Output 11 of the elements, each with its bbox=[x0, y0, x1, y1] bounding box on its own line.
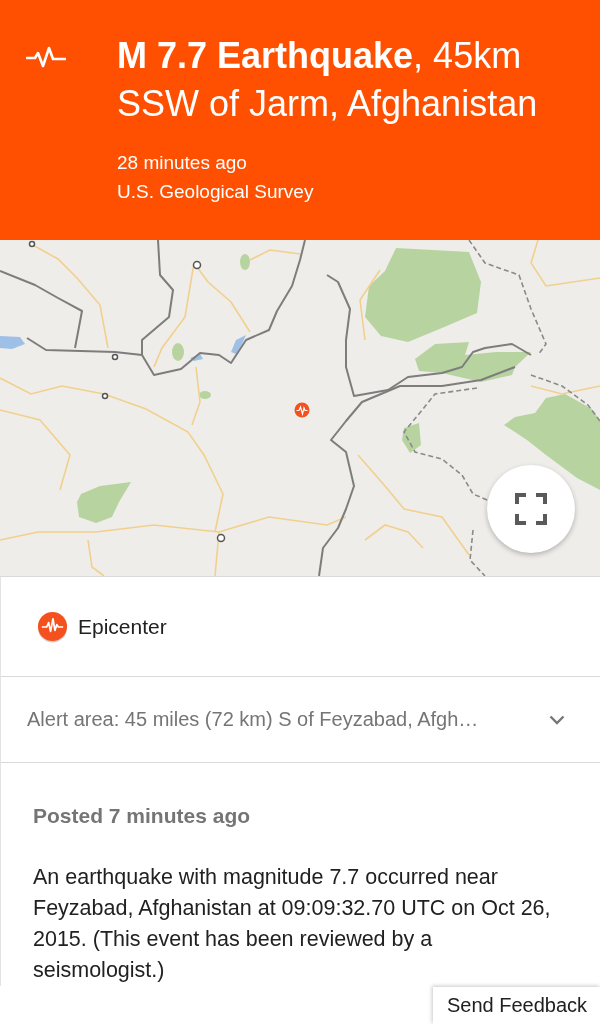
epicenter-label: Epicenter bbox=[78, 614, 167, 639]
epicenter-icon bbox=[37, 610, 68, 643]
event-title: M 7.7 Earthquake, 45km SSW of Jarm, Afghanistan bbox=[117, 34, 539, 126]
seismic-wave-icon bbox=[26, 46, 66, 68]
event-source: U.S. Geological Survey bbox=[117, 180, 315, 204]
posted-time: Posted 7 minutes ago bbox=[33, 803, 252, 829]
event-description: An earthquake with magnitude 7.7 occurred near Feyzabad, Afghanistan at 09:09:32.70 UTC on Oct 26, 2015. (This event has been reviewed by a seismologist.) bbox=[33, 864, 552, 984]
event-time: 28 minutes ago bbox=[117, 151, 248, 175]
epicenter-marker-icon bbox=[294, 402, 310, 418]
send-feedback-button[interactable]: Send Feedback bbox=[433, 987, 600, 1024]
fullscreen-icon bbox=[515, 493, 547, 525]
